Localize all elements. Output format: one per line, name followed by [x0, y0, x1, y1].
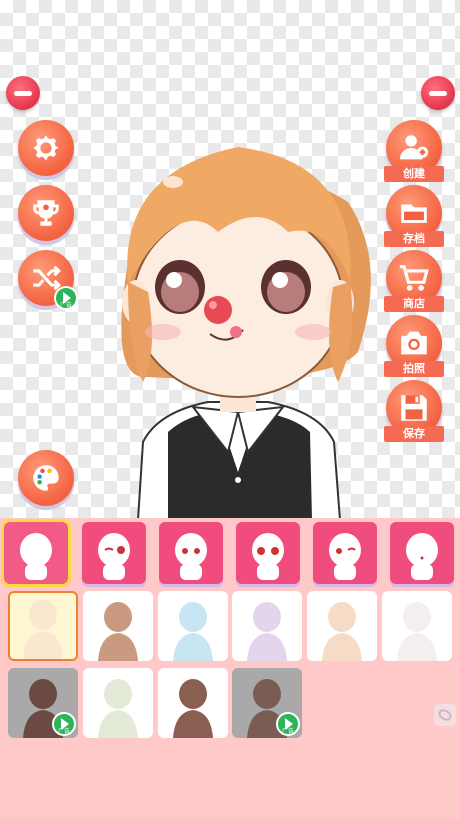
skin-tone-option[interactable] — [307, 591, 377, 661]
trophy-icon — [33, 200, 59, 226]
skin-tone-option[interactable] — [232, 591, 302, 661]
body-silhouette-icon — [247, 602, 287, 661]
face-preview-icon — [406, 533, 438, 580]
zoom-out-right-button[interactable] — [421, 76, 455, 110]
face-preview-icon — [329, 533, 361, 580]
body-silhouette-icon — [98, 602, 138, 661]
face-option-wink[interactable] — [82, 522, 146, 584]
gear-icon — [33, 135, 59, 161]
ad-badge-text: 广告 — [59, 302, 72, 309]
random-button[interactable]: 广告 — [18, 250, 78, 310]
face-option-red-eyes[interactable] — [159, 522, 223, 584]
face-preview-icon — [98, 533, 130, 580]
color-palette-button[interactable] — [18, 450, 74, 506]
face-option-blank[interactable] — [1, 519, 71, 587]
video-ad-badge: 广告 — [276, 712, 300, 736]
folder-icon — [401, 204, 427, 223]
palette-icon — [33, 465, 59, 491]
cart-icon — [399, 265, 429, 291]
ad-badge-text: 广告 — [57, 728, 70, 735]
panel-collapse-handle[interactable] — [434, 704, 456, 726]
create-button[interactable]: 创建 — [384, 120, 444, 182]
body-silhouette-icon — [397, 602, 437, 661]
video-ad-badge: 广告 — [52, 712, 76, 736]
body-silhouette-icon — [173, 602, 213, 661]
shop-label: 商店 — [384, 296, 444, 312]
archive-label: 存档 — [384, 231, 444, 247]
body-silhouette-icon — [173, 679, 213, 738]
skin-tone-option[interactable] — [83, 591, 153, 661]
photo-label: 拍照 — [384, 361, 444, 377]
face-option-big-eyes[interactable] — [236, 522, 300, 584]
body-silhouette-icon — [98, 679, 138, 738]
skin-tone-option[interactable] — [8, 591, 78, 661]
ad-badge-text: 广告 — [281, 728, 294, 735]
settings-button[interactable] — [18, 120, 74, 176]
face-preview-icon — [20, 533, 52, 580]
zoom-out-left-button[interactable] — [6, 76, 40, 110]
face-preview-icon — [252, 533, 284, 580]
item-selection-panel: 广告 广告 — [0, 518, 460, 819]
trophy-button[interactable] — [18, 185, 74, 241]
skin-tone-option[interactable] — [382, 591, 452, 661]
save-icon — [401, 395, 427, 421]
body-silhouette-icon — [23, 600, 63, 659]
body-silhouette-icon — [322, 602, 362, 661]
photo-button[interactable]: 拍照 — [384, 315, 444, 377]
skin-tone-option-locked[interactable]: 广告 — [8, 668, 78, 738]
archive-button[interactable]: 存档 — [384, 185, 444, 247]
create-label: 创建 — [384, 166, 444, 182]
skin-tone-option-locked[interactable]: 广告 — [232, 668, 302, 738]
shop-button[interactable]: 商店 — [384, 250, 444, 312]
camera-icon — [401, 331, 427, 355]
skin-tone-option[interactable] — [83, 668, 153, 738]
skin-tone-option[interactable] — [158, 668, 228, 738]
video-ad-badge: 广告 — [54, 286, 78, 310]
face-preview-icon — [175, 533, 207, 580]
ring-icon — [438, 709, 452, 721]
add-user-icon — [399, 135, 429, 160]
face-option-calm[interactable] — [390, 522, 454, 584]
skin-tone-option[interactable] — [158, 591, 228, 661]
save-button[interactable]: 保存 — [384, 380, 444, 442]
face-option-smile[interactable] — [313, 522, 377, 584]
save-label: 保存 — [384, 426, 444, 442]
character-avatar — [121, 147, 371, 520]
